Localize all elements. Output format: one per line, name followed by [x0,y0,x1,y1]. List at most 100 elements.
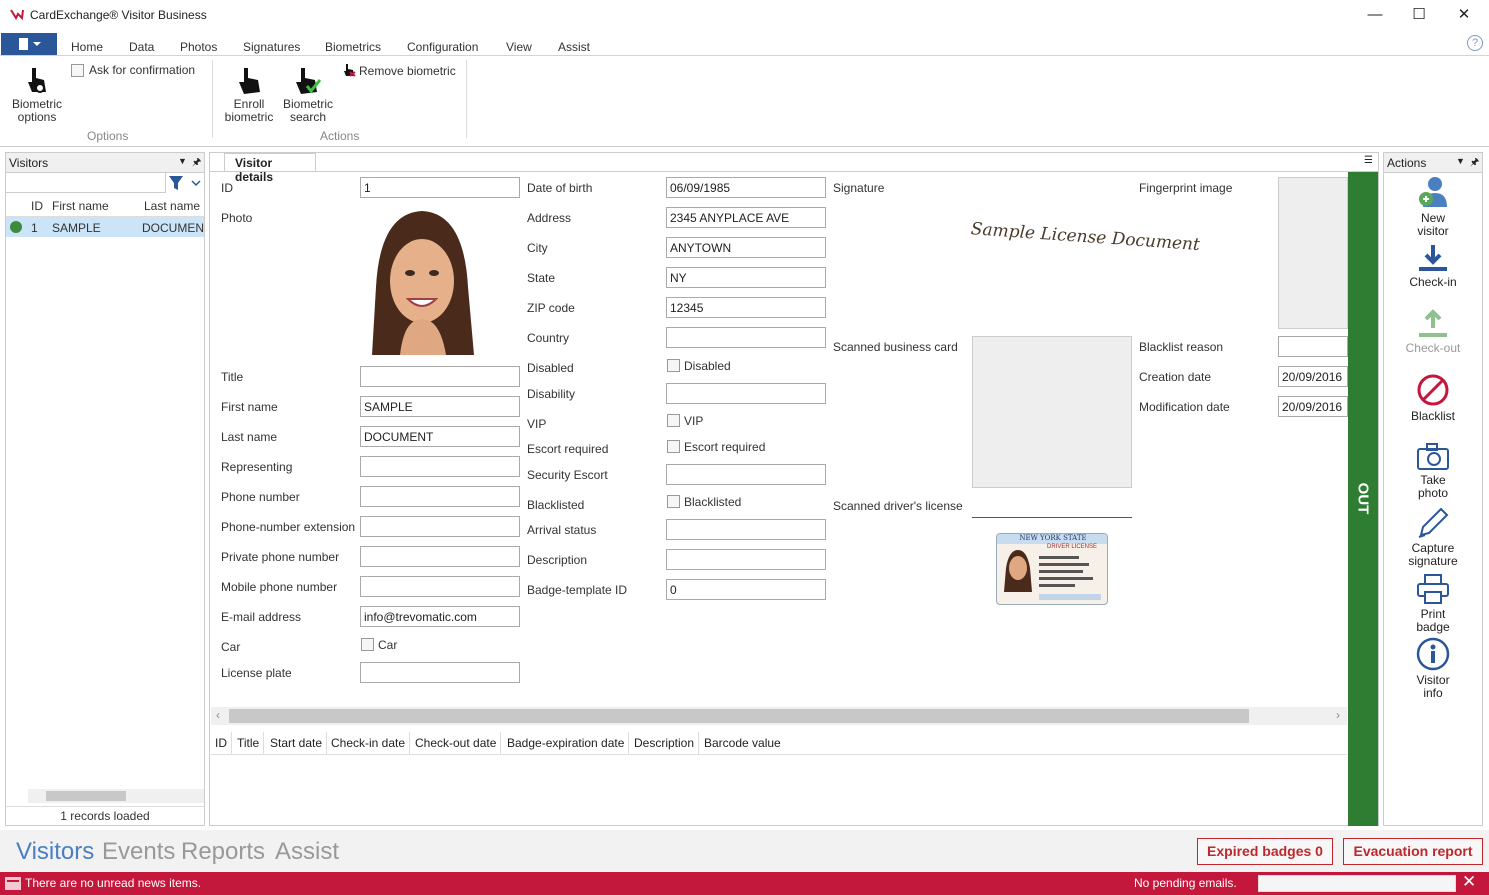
upload-arrow-icon [1419,309,1447,337]
modification-date-field[interactable]: 20/09/2016 [1278,396,1348,417]
blacklist-button[interactable]: Blacklist [1384,373,1482,423]
filter-icon[interactable] [168,175,202,191]
drivers-license-image[interactable]: NEW YORK STATE DRIVER LICENSE [996,533,1108,605]
menu-data[interactable]: Data [129,40,154,54]
visits-col-badge-expiration[interactable]: Badge-expiration date [503,732,630,754]
ask-confirmation-checkbox[interactable] [71,64,84,77]
state-field[interactable]: NY [666,267,826,288]
evacuation-report-button[interactable]: Evacuation report [1343,838,1483,865]
details-menu-icon[interactable]: ☰ [1364,155,1373,166]
minimize-button[interactable]: — [1352,4,1398,28]
biometric-search-button[interactable]: Biometric search [278,62,338,124]
id-label: ID [221,181,233,195]
license-plate-field[interactable] [360,662,520,683]
dob-field[interactable]: 06/09/1985 [666,177,826,198]
visits-col-id[interactable]: ID [211,732,232,754]
arrival-status-field[interactable] [666,519,826,540]
check-in-button[interactable]: Check-in [1384,243,1482,293]
print-badge-button[interactable]: Print badge [1384,573,1482,635]
scroll-right-icon[interactable]: › [1336,708,1340,722]
fingerprint-image[interactable] [1278,177,1348,329]
col-last-name[interactable]: Last name [144,199,200,213]
first-name-field[interactable]: SAMPLE [360,396,520,417]
expired-badges-button[interactable]: Expired badges 0 [1197,838,1333,865]
visitor-info-button[interactable]: Visitor info [1384,637,1482,701]
details-scrollbar-thumb[interactable] [229,709,1249,723]
file-menu-button[interactable] [1,33,57,55]
scroll-left-icon[interactable]: ‹ [216,708,220,722]
phone-field[interactable] [360,486,520,507]
menu-configuration[interactable]: Configuration [407,40,478,54]
creation-date-field[interactable]: 20/09/2016 [1278,366,1348,387]
menu-photos[interactable]: Photos [180,40,217,54]
nav-assist[interactable]: Assist [275,838,339,866]
close-window-button[interactable]: ✕ [1441,4,1487,28]
menu-home[interactable]: Home [71,40,103,54]
nav-visitors[interactable]: Visitors [16,838,94,866]
panel-dropdown-icon[interactable]: ▼ [178,156,187,166]
vip-checkbox[interactable] [667,414,680,427]
car-checkbox[interactable] [361,638,374,651]
visitors-search-input[interactable] [6,173,166,193]
visits-col-title[interactable]: Title [233,732,265,754]
disabled-checkbox[interactable] [667,359,680,372]
badge-template-field[interactable]: 0 [666,579,826,600]
zip-field[interactable]: 12345 [666,297,826,318]
pin-icon[interactable]: 🖈 [192,155,201,172]
mobile-phone-field[interactable] [360,576,520,597]
nav-events[interactable]: Events [102,838,175,866]
ribbon-separator [466,60,467,138]
take-photo-button[interactable]: Take photo [1384,441,1482,503]
new-visitor-button[interactable]: New visitor [1384,175,1482,238]
visits-col-barcode[interactable]: Barcode value [700,732,785,754]
horizontal-scrollbar[interactable] [28,789,204,803]
blacklisted-checkbox[interactable] [667,495,680,508]
city-field[interactable]: ANYTOWN [666,237,826,258]
help-icon[interactable]: ? [1467,35,1483,51]
col-id[interactable]: ID [31,199,43,213]
actions-dropdown-icon[interactable]: ▼ [1456,156,1465,166]
visits-col-check-out-date[interactable]: Check-out date [411,732,502,754]
phone-extension-field[interactable] [360,516,520,537]
blacklist-reason-field[interactable] [1278,336,1348,357]
visits-col-start-date[interactable]: Start date [266,732,328,754]
country-field[interactable] [666,327,826,348]
menu-view[interactable]: View [506,40,532,54]
details-horizontal-scrollbar[interactable]: ‹ › [211,707,1347,725]
nav-reports[interactable]: Reports [181,838,265,866]
col-first-name[interactable]: First name [52,199,109,213]
blacklist-reason-label: Blacklist reason [1139,340,1224,354]
menu-assist[interactable]: Assist [558,40,590,54]
escort-required-checkbox[interactable] [667,440,680,453]
address-field[interactable]: 2345 ANYPLACE AVE [666,207,826,228]
actions-pin-icon[interactable]: 🖈 [1470,155,1479,172]
visitor-photo[interactable] [360,207,484,355]
check-out-button[interactable]: Check-out [1384,309,1482,359]
title-field[interactable] [360,366,520,387]
maximize-button[interactable]: ☐ [1396,4,1442,28]
disability-field[interactable] [666,383,826,404]
table-row[interactable]: 1 SAMPLE DOCUMENT [6,217,204,237]
email-field[interactable]: info@trevomatic.com [360,606,520,627]
actions-group-label: Actions [320,129,360,143]
business-card-image[interactable] [972,336,1132,488]
id-field[interactable]: 1 [360,177,520,198]
out-status-bar[interactable]: OUT [1348,172,1378,826]
close-status-icon[interactable]: ✕ [1462,872,1476,892]
visits-col-description[interactable]: Description [630,732,700,754]
security-escort-field[interactable] [666,464,826,485]
scrollbar-thumb[interactable] [46,791,126,801]
remove-biometric-button[interactable]: Remove biometric [342,62,462,80]
last-name-field[interactable]: DOCUMENT [360,426,520,447]
capture-signature-button[interactable]: Capture signature [1384,505,1482,569]
tab-visitor-details[interactable]: Visitor details [224,153,316,184]
biometric-options-button[interactable]: Biometric options [8,62,66,124]
signature-image[interactable]: Sample License Document [969,219,1200,271]
menu-signatures[interactable]: Signatures [243,40,300,54]
enroll-biometric-button[interactable]: Enroll biometric [220,62,278,124]
menu-biometrics[interactable]: Biometrics [325,40,381,54]
representing-field[interactable] [360,456,520,477]
visits-col-check-in-date[interactable]: Check-in date [327,732,411,754]
private-phone-field[interactable] [360,546,520,567]
description-field[interactable] [666,549,826,570]
